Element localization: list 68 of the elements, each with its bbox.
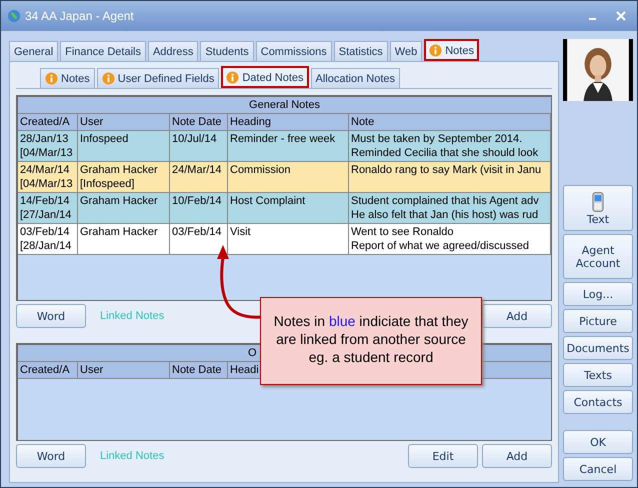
action-button[interactable]: Add <box>482 304 552 328</box>
info-icon <box>45 72 58 85</box>
table-cell: Went to see Ronaldo Report of what we agreed/discussed <box>349 224 551 254</box>
column-header[interactable]: Headi <box>228 362 261 378</box>
table-cell: 10/Feb/14 <box>170 193 228 223</box>
tab[interactable]: Notes <box>40 68 95 88</box>
table-row[interactable]: 14/Feb/14 [27/Jan/14 Graham Hacker 10/Feb/14 Host Complaint Student complained that his Agent adv He also felt that Jan (his host) was rud <box>18 193 551 224</box>
table-cell: 14/Feb/14 [27/Jan/14 <box>18 193 78 223</box>
column-header[interactable]: Created/A <box>18 114 78 130</box>
column-header[interactable]: Heading <box>228 114 349 130</box>
window-title: 34 AA Japan - Agent <box>25 9 134 23</box>
side-button[interactable]: Log... <box>563 282 633 306</box>
info-icon <box>226 71 240 84</box>
grid-title: General Notes <box>18 97 551 114</box>
table-cell: 24/Mar/14 [04/Mar/13 <box>18 162 78 192</box>
table-cell: Commission <box>228 162 349 192</box>
table-cell: 24/Mar/14 <box>170 162 228 192</box>
side-button[interactable]: Picture <box>563 309 633 333</box>
info-icon <box>102 72 115 85</box>
table-cell: Host Complaint <box>228 193 349 223</box>
close-icon[interactable] <box>615 10 627 22</box>
column-header[interactable]: Note Date <box>170 114 228 130</box>
column-header[interactable]: Note Date <box>170 362 228 378</box>
table-row[interactable]: 03/Feb/14 [28/Jan/14 Graham Hacker 03/Feb/14 Visit Went to see Ronaldo Report of what we agreed/discussed <box>18 224 551 255</box>
table-cell: 03/Feb/14 [28/Jan/14 <box>18 224 78 254</box>
info-icon <box>429 44 442 57</box>
column-header[interactable]: User <box>78 362 170 378</box>
side-button[interactable]: Documents <box>563 336 633 360</box>
tab[interactable]: Students <box>200 41 254 61</box>
table-cell: Visit <box>228 224 349 254</box>
side-button[interactable]: Cancel <box>563 457 633 481</box>
tab[interactable]: Finance Details <box>60 41 146 61</box>
tab[interactable]: Address <box>148 41 198 61</box>
column-header[interactable]: User <box>78 114 170 130</box>
table-row[interactable]: 28/Jan/13 [04/Mar/13 Infospeed 10/Jul/14 Reminder - free week Must be taken by September 2014. Reminded Cecilia that she should look <box>18 131 551 162</box>
side-button[interactable]: OK <box>563 430 633 454</box>
table-cell: Graham Hacker [Infospeed] <box>78 162 170 192</box>
tab[interactable]: Dated Notes <box>221 66 308 88</box>
table-cell: Graham Hacker <box>78 193 170 223</box>
action-button[interactable]: Edit <box>408 444 478 468</box>
tab[interactable]: Statistics <box>334 41 388 61</box>
tab[interactable]: General <box>9 41 58 61</box>
tab[interactable]: Notes <box>424 39 479 61</box>
table-cell: Must be taken by September 2014. Reminded Cecilia that she should look <box>349 131 551 161</box>
table-cell: 10/Jul/14 <box>170 131 228 161</box>
side-button[interactable]: Contacts <box>563 390 633 414</box>
tab[interactable]: Allocation Notes <box>310 68 400 88</box>
word-button[interactable]: Word <box>16 304 86 328</box>
tab[interactable]: Web <box>390 41 422 61</box>
word-button[interactable]: Word <box>16 444 86 468</box>
side-button[interactable]: Text <box>563 185 633 231</box>
table-cell: Reminder - free week <box>228 131 349 161</box>
column-header[interactable]: Created/A <box>18 362 78 378</box>
tab[interactable]: User Defined Fields <box>96 68 220 88</box>
table-cell: Ronaldo rang to say Mark (visit in Janu <box>349 162 551 192</box>
globe-icon <box>7 9 21 23</box>
phone-icon <box>592 190 604 212</box>
side-button[interactable]: Texts <box>563 363 633 387</box>
table-row[interactable]: 24/Mar/14 [04/Mar/13 Graham Hacker [Infospeed] 24/Mar/14 Commission Ronaldo rang to say Mark (visit in Janu <box>18 162 551 193</box>
table-cell: Graham Hacker <box>78 224 170 254</box>
tab[interactable]: Commissions <box>256 41 332 61</box>
action-button[interactable]: Add <box>482 444 552 468</box>
callout-tooltip: Notes in blue indiciate that they are linked from another source eg. a student record <box>260 297 482 385</box>
table-cell: Infospeed <box>78 131 170 161</box>
table-cell: Student complained that his Agent adv He also felt that Jan (his host) was rud <box>349 193 551 223</box>
table-cell: 28/Jan/13 [04/Mar/13 <box>18 131 78 161</box>
column-header[interactable]: Note <box>349 114 551 130</box>
side-button[interactable]: Agent Account <box>563 234 633 279</box>
